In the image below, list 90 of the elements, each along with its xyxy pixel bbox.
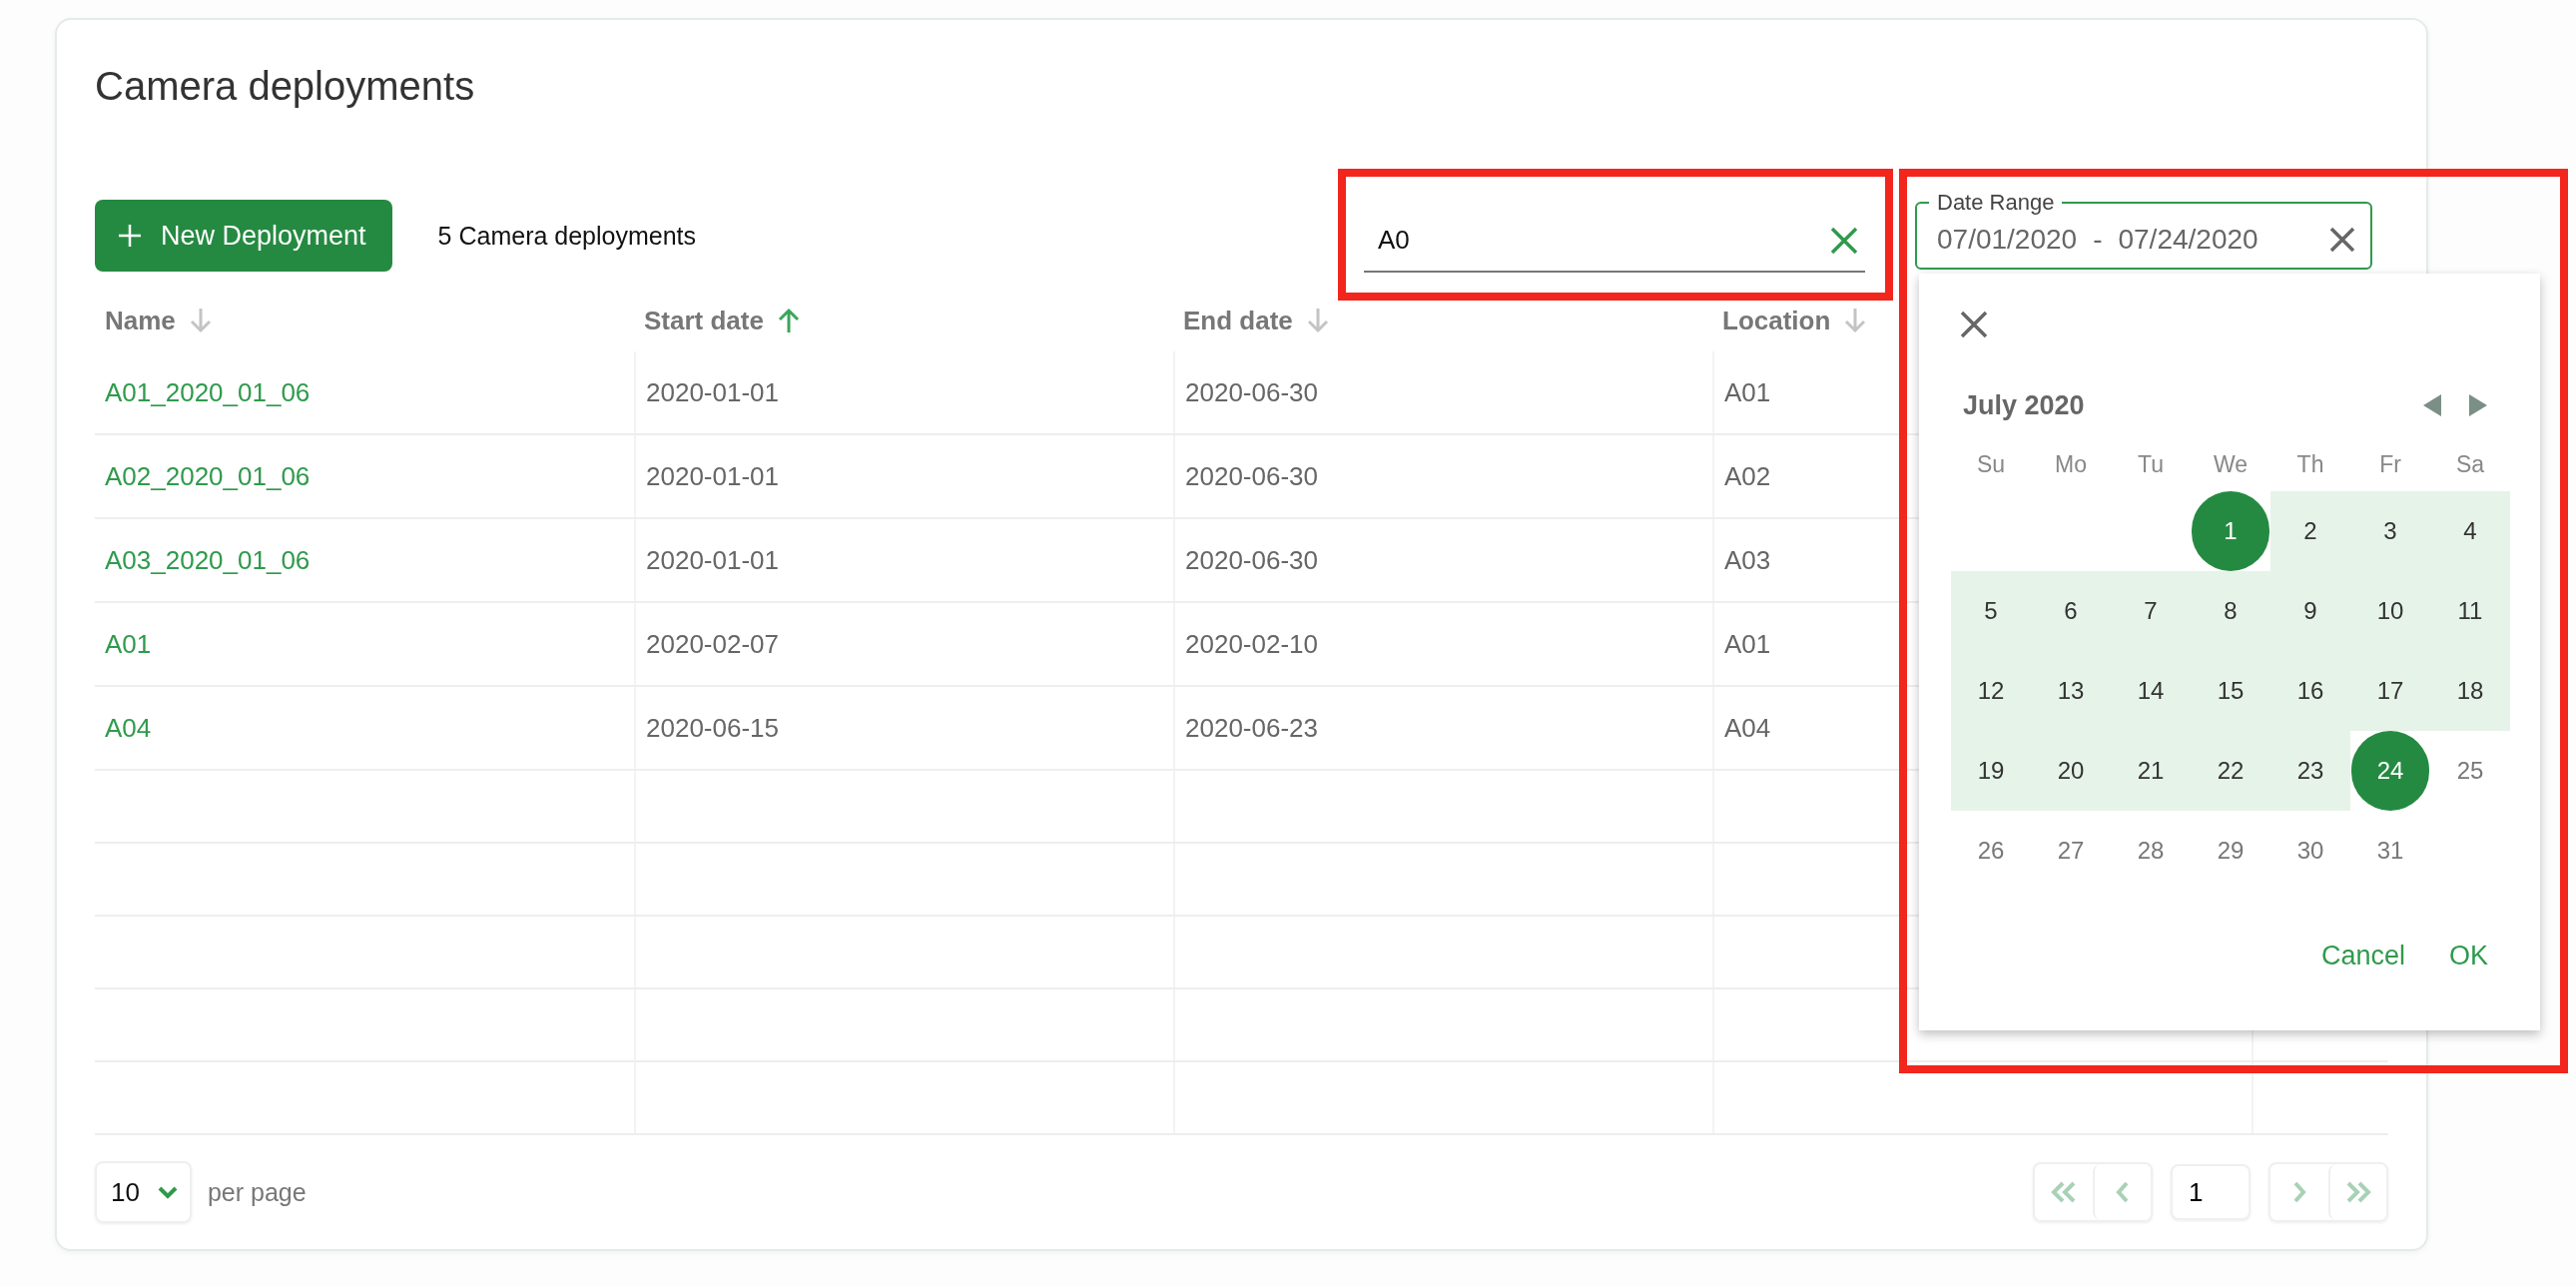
calendar-day[interactable]: 7 bbox=[2111, 571, 2191, 651]
cancel-button[interactable]: Cancel bbox=[2310, 937, 2415, 975]
calendar-day[interactable]: 19 bbox=[1951, 731, 2031, 811]
sort-down-arrow-icon[interactable] bbox=[1844, 308, 1867, 333]
deployment-link[interactable]: A01 bbox=[105, 628, 152, 660]
calendar-day[interactable]: 28 bbox=[2111, 811, 2191, 891]
calendar-day[interactable]: 10 bbox=[2350, 571, 2430, 651]
calendar-day[interactable]: 18 bbox=[2430, 651, 2510, 731]
calendar-day[interactable]: 20 bbox=[2031, 731, 2111, 811]
deployment-link[interactable]: A03_2020_01_06 bbox=[105, 544, 311, 576]
close-icon[interactable] bbox=[1959, 310, 1989, 339]
table-cell: A01 bbox=[1724, 376, 1771, 408]
column-header[interactable]: Start date bbox=[644, 305, 764, 336]
table-cell: 2020-02-07 bbox=[646, 628, 779, 660]
table-cell: 2020-01-01 bbox=[646, 376, 779, 408]
weekday-label: Mo bbox=[2055, 450, 2087, 478]
deployment-link[interactable]: A04 bbox=[105, 712, 152, 744]
table-cell: 2020-06-30 bbox=[1185, 544, 1318, 576]
chevron-left-icon bbox=[2115, 1181, 2131, 1203]
column-header[interactable]: End date bbox=[1183, 305, 1293, 336]
table-cell: 2020-06-23 bbox=[1185, 712, 1318, 744]
calendar-day[interactable]: 30 bbox=[2270, 811, 2350, 891]
new-deployment-button[interactable]: New Deployment bbox=[95, 200, 392, 272]
start-date-value: 07/01/2020 bbox=[1937, 224, 2078, 256]
table-cell: 2020-06-30 bbox=[1185, 460, 1318, 492]
double-chevron-right-icon bbox=[2344, 1181, 2372, 1203]
field-label: Date Range bbox=[1936, 190, 2056, 216]
per-page-label: per page bbox=[207, 1177, 307, 1207]
table-cell: A04 bbox=[1724, 712, 1771, 744]
calendar-day[interactable]: 11 bbox=[2430, 571, 2510, 651]
clear-icon[interactable] bbox=[1829, 226, 1859, 256]
calendar-day[interactable]: 3 bbox=[2350, 491, 2430, 571]
table-cell: A01 bbox=[1724, 628, 1771, 660]
calendar-day[interactable]: 25 bbox=[2430, 731, 2510, 811]
calendar-day[interactable]: 2 bbox=[2270, 491, 2350, 571]
table-cell: A02 bbox=[1724, 460, 1771, 492]
previous-month-icon[interactable] bbox=[2422, 393, 2442, 417]
calendar-day[interactable]: 27 bbox=[2031, 811, 2111, 891]
calendar-day[interactable]: 12 bbox=[1951, 651, 2031, 731]
calendar-day[interactable]: 6 bbox=[2031, 571, 2111, 651]
next-month-icon[interactable] bbox=[2468, 393, 2488, 417]
table-cell: 2020-02-10 bbox=[1185, 628, 1318, 660]
calendar-day[interactable]: 8 bbox=[2191, 571, 2270, 651]
month-label: July 2020 bbox=[1963, 389, 2085, 421]
calendar-day[interactable]: 15 bbox=[2191, 651, 2270, 731]
chevron-down-icon bbox=[157, 1185, 178, 1199]
calendar-day[interactable]: 5 bbox=[1951, 571, 2031, 651]
clear-icon[interactable] bbox=[2328, 226, 2356, 254]
table-cell: 2020-01-01 bbox=[646, 544, 779, 576]
per-page-select[interactable]: 10 bbox=[95, 1161, 192, 1223]
calendar-day[interactable]: 29 bbox=[2191, 811, 2270, 891]
table-cell: 2020-06-15 bbox=[646, 712, 779, 744]
column-header[interactable]: Location bbox=[1722, 305, 1831, 336]
plus-icon bbox=[117, 223, 143, 249]
ok-button[interactable]: OK bbox=[2439, 937, 2498, 975]
selected-day[interactable]: 1 bbox=[2192, 491, 2269, 571]
column-header[interactable]: Name bbox=[105, 305, 176, 336]
table-cell: 2020-06-30 bbox=[1185, 376, 1318, 408]
double-chevron-left-icon bbox=[2050, 1181, 2078, 1203]
end-date-value: 07/24/2020 bbox=[2118, 224, 2258, 256]
weekday-label: Fr bbox=[2379, 450, 2401, 478]
calendar-day[interactable]: 14 bbox=[2111, 651, 2191, 731]
calendar-day[interactable]: 21 bbox=[2111, 731, 2191, 811]
calendar-day[interactable]: 13 bbox=[2031, 651, 2111, 731]
deployment-count: 5 Camera deployments bbox=[437, 221, 697, 251]
page-number-field[interactable]: 1 bbox=[2171, 1164, 2251, 1220]
calendar-day[interactable]: 26 bbox=[1951, 811, 2031, 891]
calendar-day[interactable]: 23 bbox=[2270, 731, 2350, 811]
selected-day[interactable]: 24 bbox=[2351, 731, 2429, 811]
weekday-label: Th bbox=[2296, 450, 2324, 478]
weekday-label: Su bbox=[1976, 450, 2006, 478]
calendar-day[interactable]: 17 bbox=[2350, 651, 2430, 731]
sort-down-arrow-icon[interactable] bbox=[189, 308, 212, 333]
calendar-day[interactable]: 4 bbox=[2430, 491, 2510, 571]
deployment-link[interactable]: A01_2020_01_06 bbox=[105, 376, 311, 408]
calendar-day[interactable]: 22 bbox=[2191, 731, 2270, 811]
weekday-label: Sa bbox=[2455, 450, 2485, 478]
sort-up-arrow-icon[interactable] bbox=[777, 308, 800, 333]
weekday-label: Tu bbox=[2138, 450, 2164, 478]
calendar-day[interactable]: 16 bbox=[2270, 651, 2350, 731]
table-cell: A03 bbox=[1724, 544, 1771, 576]
page-title: Camera deployments bbox=[95, 63, 476, 110]
calendar-day[interactable]: 9 bbox=[2270, 571, 2350, 651]
table-cell: 2020-01-01 bbox=[646, 460, 779, 492]
deployment-link[interactable]: A02_2020_01_06 bbox=[105, 460, 311, 492]
calendar-day[interactable]: 31 bbox=[2350, 811, 2430, 891]
weekday-label: We bbox=[2213, 450, 2249, 478]
range-separator: - bbox=[2093, 224, 2103, 256]
chevron-right-icon bbox=[2291, 1181, 2307, 1203]
sort-down-arrow-icon[interactable] bbox=[1306, 308, 1329, 333]
